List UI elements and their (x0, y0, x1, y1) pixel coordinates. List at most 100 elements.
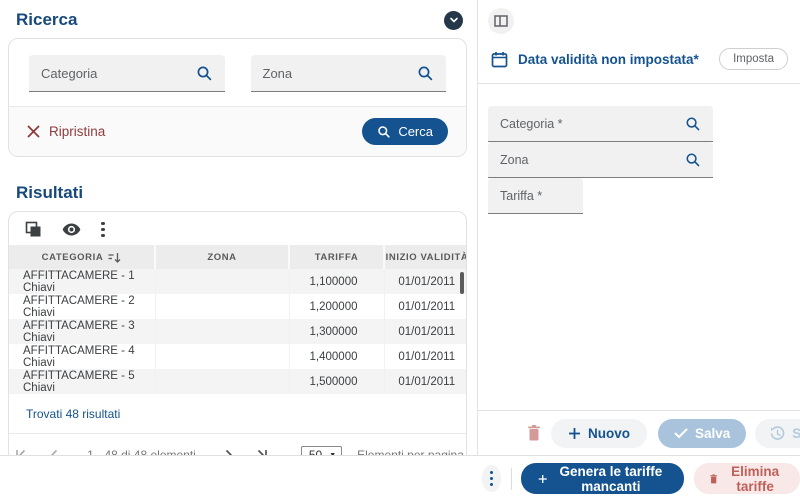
cell-categoria[interactable]: AFFITTACAMERE - 1 Chiavi (9, 269, 156, 294)
table-row[interactable]: AFFITTACAMERE - 5 Chiavi 1,500000 01/01/… (9, 369, 466, 394)
visibility-button[interactable] (62, 223, 81, 236)
search-results-column: Ricerca Categoria Zona Ripristina Cerca … (0, 0, 478, 477)
results-table-wrap: Categoria Zona (9, 245, 466, 394)
calendar-icon (491, 51, 508, 67)
search-icon[interactable] (685, 116, 701, 132)
kebab-icon (489, 470, 494, 487)
sort-icon (108, 252, 121, 263)
bottom-more-options-button[interactable] (482, 465, 501, 492)
more-options-button[interactable] (101, 221, 105, 238)
cell-inizio-validita[interactable]: 01/01/2011 (384, 344, 466, 369)
results-card: Categoria Zona (8, 211, 467, 477)
copy-button[interactable] (25, 221, 42, 238)
collapse-search-button[interactable] (444, 10, 463, 30)
cell-inizio-validita[interactable]: 01/01/2011 (384, 319, 466, 344)
table-row[interactable]: AFFITTACAMERE - 2 Chiavi 1,200000 01/01/… (9, 294, 466, 319)
divider (478, 83, 800, 84)
main-area: Ricerca Categoria Zona Ripristina Cerca … (0, 0, 800, 477)
table-scrollbar[interactable] (460, 272, 464, 294)
search-title: Ricerca (16, 10, 78, 29)
validity-date-status: Data validità non impostata* (518, 51, 699, 67)
cell-tariffa[interactable]: 1,200000 (289, 294, 385, 319)
table-row[interactable]: AFFITTACAMERE - 4 Chiavi 1,400000 01/01/… (9, 344, 466, 369)
clear-x-icon (27, 125, 40, 138)
reset-button[interactable]: Ripristina (27, 124, 105, 139)
cell-inizio-validita[interactable]: 01/01/2011 (384, 269, 466, 294)
cell-tariffa[interactable]: 1,300000 (289, 319, 385, 344)
generate-button-label: Genera le tariffe mancanti (559, 463, 663, 494)
detail-tariffa-field[interactable]: Tariffa * (488, 178, 583, 214)
chevron-down-icon (449, 17, 458, 23)
eye-icon (62, 223, 81, 236)
search-icon[interactable] (196, 65, 213, 82)
search-icon[interactable] (685, 152, 701, 168)
results-toolbar (9, 212, 466, 245)
search-button-label: Cerca (398, 124, 433, 139)
new-button[interactable]: Nuovo (551, 418, 647, 448)
search-fields-row: Categoria Zona (9, 39, 466, 106)
column-header-tariffa[interactable]: Tariffa (289, 245, 385, 269)
history-icon (771, 425, 785, 440)
categoria-placeholder: Categoria (41, 65, 98, 81)
column-header-categoria[interactable]: Categoria (9, 245, 156, 269)
cell-tariffa[interactable]: 1,500000 (289, 369, 385, 394)
set-date-button[interactable]: Imposta (719, 48, 788, 70)
zona-placeholder: Zona (262, 65, 293, 81)
categoria-search-field[interactable]: Categoria (29, 55, 225, 92)
cell-inizio-validita[interactable]: 01/01/2011 (384, 369, 466, 394)
app-root: Ricerca Categoria Zona Ripristina Cerca … (0, 0, 800, 501)
history-button[interactable]: Storico (755, 418, 800, 448)
detail-categoria-field[interactable]: Categoria * (488, 106, 713, 142)
validity-date-row: Data validità non impostata* Imposta (478, 48, 800, 70)
search-section-header: Ricerca (16, 10, 463, 30)
divider (510, 467, 512, 490)
results-title: Risultati (16, 183, 84, 202)
split-view-button[interactable] (488, 8, 514, 34)
results-section-header: Risultati (16, 183, 461, 203)
detail-fields: Categoria * Zona Tariffa * (488, 106, 800, 214)
cell-categoria[interactable]: AFFITTACAMERE - 2 Chiavi (9, 294, 156, 319)
cell-categoria[interactable]: AFFITTACAMERE - 4 Chiavi (9, 344, 156, 369)
copy-icon (25, 221, 41, 237)
found-results-link[interactable]: Trovati 48 risultati (26, 407, 120, 421)
table-row[interactable]: AFFITTACAMERE - 3 Chiavi 1,300000 01/01/… (9, 319, 466, 344)
trash-icon (528, 425, 540, 441)
bottom-action-bar: Genera le tariffe mancanti Elimina tarif… (0, 455, 800, 501)
results-table: Categoria Zona (9, 245, 466, 394)
detail-panel-header (478, 4, 800, 34)
plus-icon (539, 474, 548, 483)
cell-zona[interactable] (155, 319, 290, 344)
delete-record-button[interactable] (526, 424, 542, 442)
trash-icon (710, 473, 718, 483)
cell-categoria[interactable]: AFFITTACAMERE - 3 Chiavi (9, 319, 156, 344)
new-button-label: Nuovo (588, 425, 630, 441)
search-icon (378, 125, 390, 138)
column-header-inizio-validita[interactable]: Inizio Validità (384, 245, 466, 269)
plus-icon (569, 427, 580, 439)
detail-actions-bar: Nuovo Salva Storico (478, 410, 800, 455)
detail-zona-field[interactable]: Zona (488, 142, 713, 178)
search-card: Categoria Zona Ripristina Cerca (8, 38, 467, 157)
check-icon (674, 428, 688, 438)
save-button-label: Salva (695, 425, 731, 441)
cell-tariffa[interactable]: 1,400000 (289, 344, 385, 369)
search-icon[interactable] (417, 65, 434, 82)
cell-zona[interactable] (155, 269, 290, 294)
zona-search-field[interactable]: Zona (250, 55, 446, 92)
delete-tariffs-button[interactable]: Elimina tariffe (694, 463, 800, 494)
cell-zona[interactable] (155, 344, 290, 369)
cell-zona[interactable] (155, 294, 290, 319)
search-button[interactable]: Cerca (362, 118, 448, 145)
detail-zona-placeholder: Zona (500, 152, 529, 167)
save-button[interactable]: Salva (658, 418, 747, 448)
generate-missing-tariffs-button[interactable]: Genera le tariffe mancanti (521, 463, 685, 494)
cell-zona[interactable] (155, 369, 290, 394)
table-row[interactable]: AFFITTACAMERE - 1 Chiavi 1,100000 01/01/… (9, 269, 466, 294)
delete-tariffs-label: Elimina tariffe (731, 463, 780, 494)
cell-inizio-validita[interactable]: 01/01/2011 (384, 294, 466, 319)
cell-categoria[interactable]: AFFITTACAMERE - 5 Chiavi (9, 369, 156, 394)
found-results-row: Trovati 48 risultati (9, 394, 466, 434)
table-header-row: Categoria Zona (9, 245, 466, 269)
cell-tariffa[interactable]: 1,100000 (289, 269, 385, 294)
column-header-zona[interactable]: Zona (155, 245, 290, 269)
